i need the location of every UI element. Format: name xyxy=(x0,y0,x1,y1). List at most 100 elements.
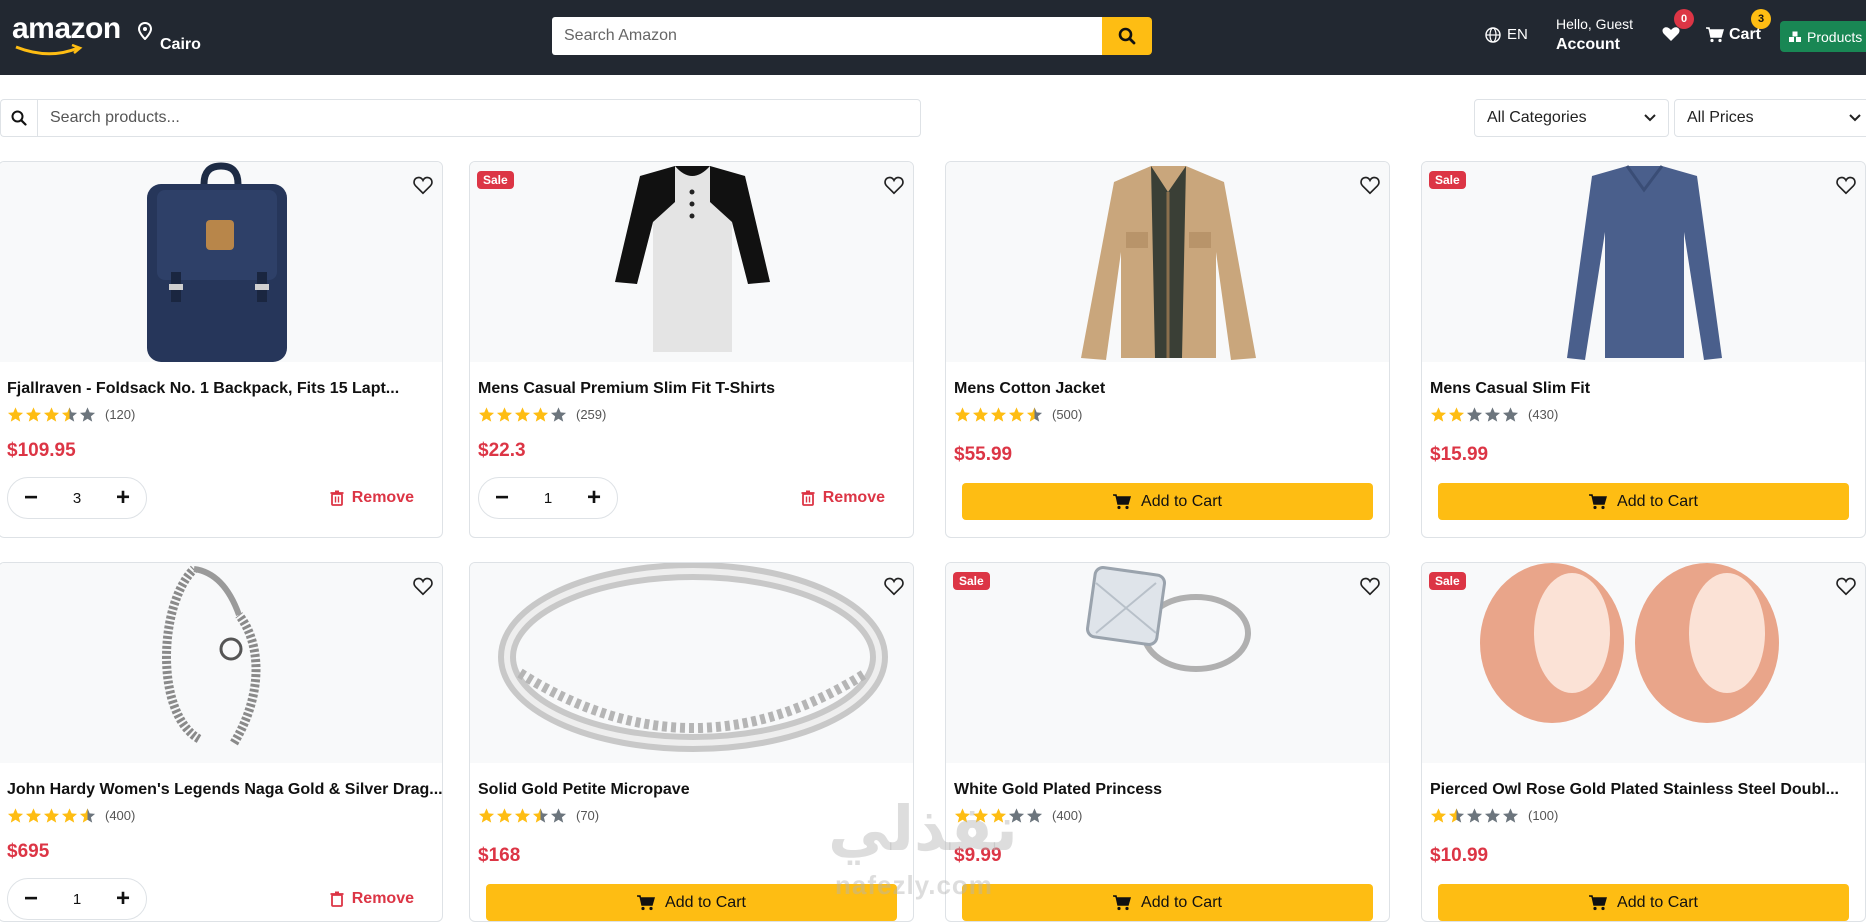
cart-button[interactable]: Cart xyxy=(1706,26,1761,44)
products-button[interactable]: Products xyxy=(1780,21,1866,52)
star-full-icon xyxy=(478,808,495,823)
product-title[interactable]: Pierced Owl Rose Gold Plated Stainless S… xyxy=(1430,781,1839,799)
star-full-icon xyxy=(43,808,60,823)
increase-qty-button[interactable]: + xyxy=(577,481,611,515)
star-full-icon xyxy=(514,407,531,422)
add-to-cart-button[interactable]: Add to Cart xyxy=(1438,483,1849,520)
amazon-logo[interactable]: amazon xyxy=(12,12,121,46)
cart-icon xyxy=(1589,894,1608,910)
language-switch[interactable]: EN xyxy=(1485,26,1528,43)
product-price: $168 xyxy=(478,845,521,866)
add-to-cart-label: Add to Cart xyxy=(1617,492,1698,510)
product-card[interactable]: Solid Gold Petite Micropave (70) $168 Ad… xyxy=(469,562,914,922)
star-full-icon xyxy=(954,407,971,422)
product-image[interactable] xyxy=(946,563,1389,763)
product-card[interactable]: Sale Pierced Owl Rose Gold Plated Stainl… xyxy=(1421,562,1866,922)
product-title[interactable]: Mens Casual Slim Fit xyxy=(1430,380,1590,398)
product-search xyxy=(0,99,921,137)
wishlist-heart-icon[interactable] xyxy=(412,575,434,597)
star-empty-icon xyxy=(1466,808,1483,823)
star-full-icon xyxy=(972,407,989,422)
quantity-stepper: − 1 + xyxy=(478,477,618,519)
product-title[interactable]: Mens Cotton Jacket xyxy=(954,380,1105,398)
wishlist-heart-icon[interactable] xyxy=(1359,575,1381,597)
product-image[interactable] xyxy=(0,162,442,362)
product-image[interactable] xyxy=(946,162,1389,362)
add-to-cart-button[interactable]: Add to Cart xyxy=(962,483,1373,520)
product-price: $695 xyxy=(7,841,50,862)
trash-icon xyxy=(330,490,344,506)
decrease-qty-button[interactable]: − xyxy=(485,481,519,515)
price-select-value: All Prices xyxy=(1687,109,1754,126)
star-full-icon xyxy=(25,808,42,823)
product-title[interactable]: Mens Casual Premium Slim Fit T-Shirts xyxy=(478,380,775,398)
location-text: Cairo xyxy=(160,36,201,53)
product-card[interactable]: Sale Mens Casual Premium Slim Fit T-Shir… xyxy=(469,161,914,538)
star-empty-icon xyxy=(550,808,567,823)
product-title[interactable]: John Hardy Women's Legends Naga Gold & S… xyxy=(7,781,442,799)
decrease-qty-button[interactable]: − xyxy=(14,481,48,515)
product-image[interactable] xyxy=(1422,563,1865,763)
tshirt-image xyxy=(615,166,770,352)
delivery-location[interactable]: Cairo xyxy=(138,22,201,53)
product-image[interactable] xyxy=(470,162,913,362)
rating-count: (120) xyxy=(105,407,136,422)
remove-button[interactable]: Remove xyxy=(330,489,414,507)
product-image[interactable] xyxy=(0,563,442,763)
rating-count: (70) xyxy=(576,808,600,823)
category-select[interactable]: All Categories xyxy=(1474,99,1669,137)
star-full-icon xyxy=(7,407,24,422)
increase-qty-button[interactable]: + xyxy=(106,481,140,515)
globe-icon xyxy=(1485,26,1501,43)
sale-badge: Sale xyxy=(1429,171,1466,189)
star-empty-icon xyxy=(1466,407,1483,422)
product-search-input[interactable] xyxy=(37,99,921,137)
star-full-icon xyxy=(990,407,1007,422)
star-full-icon xyxy=(1448,407,1465,422)
product-card[interactable]: John Hardy Women's Legends Naga Gold & S… xyxy=(0,562,443,922)
sale-badge: Sale xyxy=(1429,572,1466,590)
wishlist-heart-icon[interactable] xyxy=(1835,174,1857,196)
wishlist-heart-icon[interactable] xyxy=(883,575,905,597)
star-full-icon xyxy=(1430,407,1447,422)
header-search-button[interactable] xyxy=(1102,17,1152,55)
product-card[interactable]: Sale Mens Casual Slim Fit (430) $15.99 A… xyxy=(1421,161,1866,538)
product-rating: (400) xyxy=(7,807,135,824)
product-card[interactable]: Mens Cotton Jacket (500) $55.99 Add to C… xyxy=(945,161,1390,538)
star-full-icon xyxy=(532,407,549,422)
wishlist-button[interactable] xyxy=(1662,26,1680,47)
account-menu[interactable]: Hello, Guest Account xyxy=(1556,16,1633,54)
wishlist-heart-icon[interactable] xyxy=(412,174,434,196)
price-select[interactable]: All Prices xyxy=(1674,99,1866,137)
add-to-cart-button[interactable]: Add to Cart xyxy=(962,884,1373,921)
star-empty-icon xyxy=(550,407,567,422)
header-search xyxy=(552,17,1152,55)
rating-count: (259) xyxy=(576,407,607,422)
star-full-icon xyxy=(61,808,78,823)
remove-button[interactable]: Remove xyxy=(330,890,414,908)
product-rating: (430) xyxy=(1430,406,1558,423)
product-card[interactable]: Sale White Gold Plated Princess (400) $9… xyxy=(945,562,1390,922)
product-image[interactable] xyxy=(470,563,913,763)
product-rating: (500) xyxy=(954,406,1082,423)
add-to-cart-button[interactable]: Add to Cart xyxy=(1438,884,1849,921)
wishlist-heart-icon[interactable] xyxy=(1359,174,1381,196)
trash-icon xyxy=(330,891,344,907)
wishlist-heart-icon[interactable] xyxy=(1835,575,1857,597)
product-card[interactable]: Fjallraven - Foldsack No. 1 Backpack, Fi… xyxy=(0,161,443,538)
product-title[interactable]: Solid Gold Petite Micropave xyxy=(478,781,690,799)
chevron-down-icon xyxy=(1849,114,1861,122)
wishlist-heart-icon[interactable] xyxy=(883,174,905,196)
ring-image xyxy=(498,563,888,752)
backpack-image xyxy=(147,162,287,362)
header-search-input[interactable] xyxy=(552,17,1102,55)
product-title[interactable]: Fjallraven - Foldsack No. 1 Backpack, Fi… xyxy=(7,380,399,398)
star-full-icon xyxy=(1008,407,1025,422)
logo-smile-icon xyxy=(15,44,83,56)
product-image[interactable] xyxy=(1422,162,1865,362)
remove-button[interactable]: Remove xyxy=(801,489,885,507)
decrease-qty-button[interactable]: − xyxy=(14,882,48,916)
increase-qty-button[interactable]: + xyxy=(106,882,140,916)
star-empty-icon xyxy=(1484,808,1501,823)
account-label: Account xyxy=(1556,36,1620,53)
